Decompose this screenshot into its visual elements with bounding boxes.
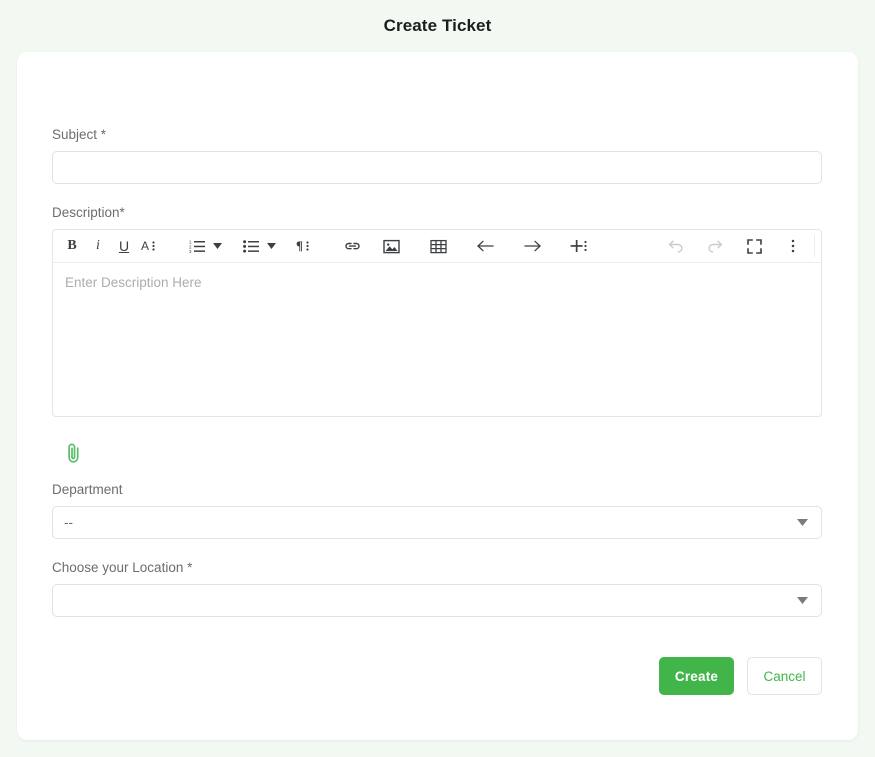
font-style-icon[interactable]: A	[137, 234, 163, 259]
insert-more-icon[interactable]	[566, 234, 592, 259]
form-actions: Create Cancel	[52, 657, 822, 695]
fullscreen-icon[interactable]	[741, 234, 767, 259]
image-glyph	[382, 239, 400, 253]
plus-menu-glyph	[570, 240, 587, 252]
unordered-list-glyph	[243, 240, 259, 253]
indent-icon[interactable]	[519, 234, 545, 259]
undo-glyph	[668, 240, 683, 253]
chevron-down-glyph	[213, 243, 222, 249]
redo-glyph	[708, 240, 723, 253]
ordered-list-icon[interactable]: 1 2 3	[184, 234, 210, 259]
chevron-down-glyph	[267, 243, 276, 249]
italic-icon[interactable]: i	[85, 234, 111, 259]
department-field-block: Department --	[52, 482, 822, 539]
more-options-icon[interactable]	[780, 234, 806, 259]
location-field-block: Choose your Location *	[52, 560, 822, 617]
underline-icon[interactable]: U	[111, 234, 137, 259]
svg-text:A: A	[141, 239, 149, 253]
location-label: Choose your Location *	[52, 560, 193, 575]
undo-icon[interactable]	[663, 234, 689, 259]
arrow-right-glyph	[523, 240, 541, 252]
vertical-dots-glyph	[791, 239, 795, 253]
location-select-wrap	[52, 584, 822, 617]
table-icon[interactable]	[425, 234, 451, 259]
underline-glyph: U	[118, 238, 130, 254]
link-glyph	[344, 242, 360, 250]
bold-glyph: B	[67, 238, 77, 253]
page-title: Create Ticket	[383, 16, 492, 35]
department-label: Department	[52, 482, 123, 497]
toolbar-divider	[814, 235, 815, 257]
image-icon[interactable]	[378, 234, 404, 259]
department-select-wrap: --	[52, 506, 822, 539]
bold-icon[interactable]: B	[59, 234, 85, 259]
svg-text:¶: ¶	[296, 238, 303, 253]
subject-input[interactable]	[52, 151, 822, 184]
italic-glyph: i	[96, 238, 100, 253]
attachment-row	[52, 438, 822, 468]
unordered-list-icon[interactable]	[238, 234, 264, 259]
create-ticket-form: Subject * Description* B i U A 1 2 3 ¶ E…	[52, 127, 822, 695]
description-placeholder: Enter Description Here	[65, 275, 202, 290]
description-editor-body[interactable]: Enter Description Here	[53, 263, 821, 416]
paperclip-glyph	[67, 443, 79, 463]
outdent-icon[interactable]	[472, 234, 498, 259]
description-editor: B i U A 1 2 3 ¶ Enter Description Here	[52, 229, 822, 417]
ordered-list-dropdown-icon[interactable]	[210, 234, 225, 259]
create-ticket-card: Subject * Description* B i U A 1 2 3 ¶ E…	[17, 52, 858, 740]
department-select[interactable]: --	[52, 506, 822, 539]
description-field-block: Description* B i U A 1 2 3 ¶ Enter Descr…	[52, 205, 822, 417]
svg-text:3: 3	[189, 249, 192, 253]
paragraph-format-icon[interactable]: ¶	[292, 234, 318, 259]
arrow-left-glyph	[476, 240, 494, 252]
location-select[interactable]	[52, 584, 822, 617]
cancel-button[interactable]: Cancel	[747, 657, 822, 695]
editor-toolbar: B i U A 1 2 3 ¶	[53, 230, 821, 263]
fullscreen-glyph	[746, 238, 762, 254]
subject-label: Subject *	[52, 127, 107, 142]
ordered-list-glyph: 1 2 3	[189, 240, 205, 253]
create-button[interactable]: Create	[659, 657, 734, 695]
pilcrow-glyph: ¶	[296, 238, 309, 253]
subject-field-block: Subject *	[52, 127, 822, 184]
description-label: Description*	[52, 205, 125, 220]
link-icon[interactable]	[339, 234, 365, 259]
unordered-list-dropdown-icon[interactable]	[264, 234, 279, 259]
paperclip-icon[interactable]	[58, 438, 88, 468]
font-style-glyph: A	[141, 239, 155, 253]
table-glyph	[429, 239, 447, 253]
redo-icon[interactable]	[702, 234, 728, 259]
